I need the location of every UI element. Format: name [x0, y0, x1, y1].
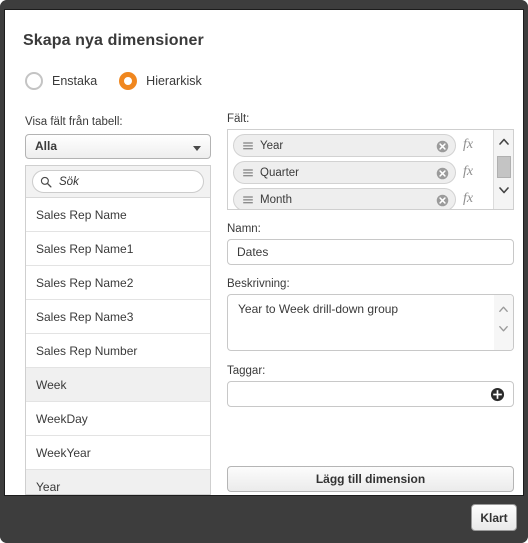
- remove-circle-icon[interactable]: [436, 167, 449, 180]
- selected-field-label: Quarter: [260, 166, 299, 179]
- radio-option-enstaka[interactable]: Enstaka: [25, 72, 97, 90]
- taggar-input[interactable]: [227, 381, 514, 407]
- remove-circle-icon[interactable]: [436, 194, 449, 207]
- table-filter-value: Alla: [35, 139, 58, 153]
- available-fields-list[interactable]: Sales Rep Name Sales Rep Name1 Sales Rep N…: [26, 198, 210, 494]
- list-item[interactable]: Sales Rep Name3: [26, 300, 210, 334]
- selected-fields-scrollbar[interactable]: [493, 130, 513, 209]
- selected-field-row[interactable]: Month fx: [233, 188, 476, 209]
- list-item[interactable]: Sales Rep Number: [26, 334, 210, 368]
- table-filter-label: Visa fält från tabell:: [25, 116, 123, 128]
- page-title: Skapa nya dimensioner: [23, 32, 204, 49]
- selected-field-pill[interactable]: Year: [233, 134, 456, 157]
- list-item[interactable]: Sales Rep Name2: [26, 266, 210, 300]
- chevron-down-icon[interactable]: [498, 184, 510, 196]
- list-item[interactable]: Week: [26, 368, 210, 402]
- fx-icon[interactable]: fx: [463, 137, 473, 153]
- selected-field-label: Year: [260, 139, 284, 152]
- drag-handle-icon[interactable]: [243, 168, 253, 177]
- radio-label-enstaka: Enstaka: [52, 74, 98, 88]
- radio-dot-enstaka: [25, 72, 43, 90]
- radio-label-hierarkisk: Hierarkisk: [146, 74, 202, 88]
- list-item[interactable]: Year: [26, 470, 210, 494]
- dimension-mode-radio-group: Enstaka Hierarkisk: [25, 72, 224, 90]
- beskrivning-label: Beskrivning:: [227, 278, 290, 290]
- taggar-label: Taggar:: [227, 365, 266, 377]
- drag-handle-icon[interactable]: [243, 195, 253, 204]
- scrollbar-thumb[interactable]: [497, 156, 511, 178]
- namn-input[interactable]: [227, 239, 514, 265]
- chevron-down-icon[interactable]: [498, 323, 509, 334]
- drag-handle-icon[interactable]: [243, 141, 253, 150]
- beskrivning-textarea[interactable]: [236, 300, 491, 344]
- create-dimensions-window: Skapa nya dimensioner Enstaka Hierarkisk…: [0, 0, 528, 543]
- list-item[interactable]: Sales Rep Name1: [26, 232, 210, 266]
- plus-circle-icon[interactable]: [490, 387, 505, 402]
- selected-fields-list[interactable]: YearfxQuarterfxMonthfxWeekfx: [228, 130, 493, 209]
- fx-icon[interactable]: fx: [463, 191, 473, 207]
- chevron-up-icon[interactable]: [498, 136, 510, 148]
- search-bar: [26, 166, 210, 198]
- selected-fields-panel: YearfxQuarterfxMonthfxWeekfx: [227, 129, 514, 210]
- selected-field-row[interactable]: Year fx: [233, 134, 476, 157]
- chevron-up-icon[interactable]: [498, 304, 509, 315]
- selected-field-pill[interactable]: Quarter: [233, 161, 456, 184]
- search-icon: [40, 176, 52, 188]
- list-item[interactable]: Sales Rep Name: [26, 198, 210, 232]
- selected-field-label: Month: [260, 193, 292, 206]
- beskrivning-field-wrapper: [227, 294, 514, 351]
- radio-dot-hierarkisk: [119, 72, 138, 90]
- selected-field-row[interactable]: Quarter fx: [233, 161, 476, 184]
- done-button[interactable]: Klart: [471, 504, 517, 531]
- dialog-footer: Klart: [0, 496, 528, 543]
- list-item[interactable]: WeekYear: [26, 436, 210, 470]
- add-dimension-button[interactable]: Lägg till dimension: [227, 466, 514, 492]
- remove-circle-icon[interactable]: [436, 140, 449, 153]
- falt-label: Fält:: [227, 113, 250, 125]
- beskrivning-scrollbar[interactable]: [494, 295, 513, 350]
- dialog-body: Skapa nya dimensioner Enstaka Hierarkisk…: [4, 9, 524, 496]
- search-input[interactable]: [57, 174, 197, 189]
- search-pill[interactable]: [32, 170, 204, 193]
- window-titlebar: [0, 0, 528, 9]
- radio-option-hierarkisk[interactable]: Hierarkisk: [119, 72, 202, 90]
- selected-field-pill[interactable]: Month: [233, 188, 456, 209]
- table-filter-dropdown[interactable]: Alla: [25, 134, 211, 159]
- available-fields-panel: Sales Rep NameSales Rep Name1Sales Rep N…: [25, 165, 211, 495]
- list-item[interactable]: WeekDay: [26, 402, 210, 436]
- fx-icon[interactable]: fx: [463, 164, 473, 180]
- namn-label: Namn:: [227, 223, 261, 235]
- chevron-down-icon: [193, 146, 201, 151]
